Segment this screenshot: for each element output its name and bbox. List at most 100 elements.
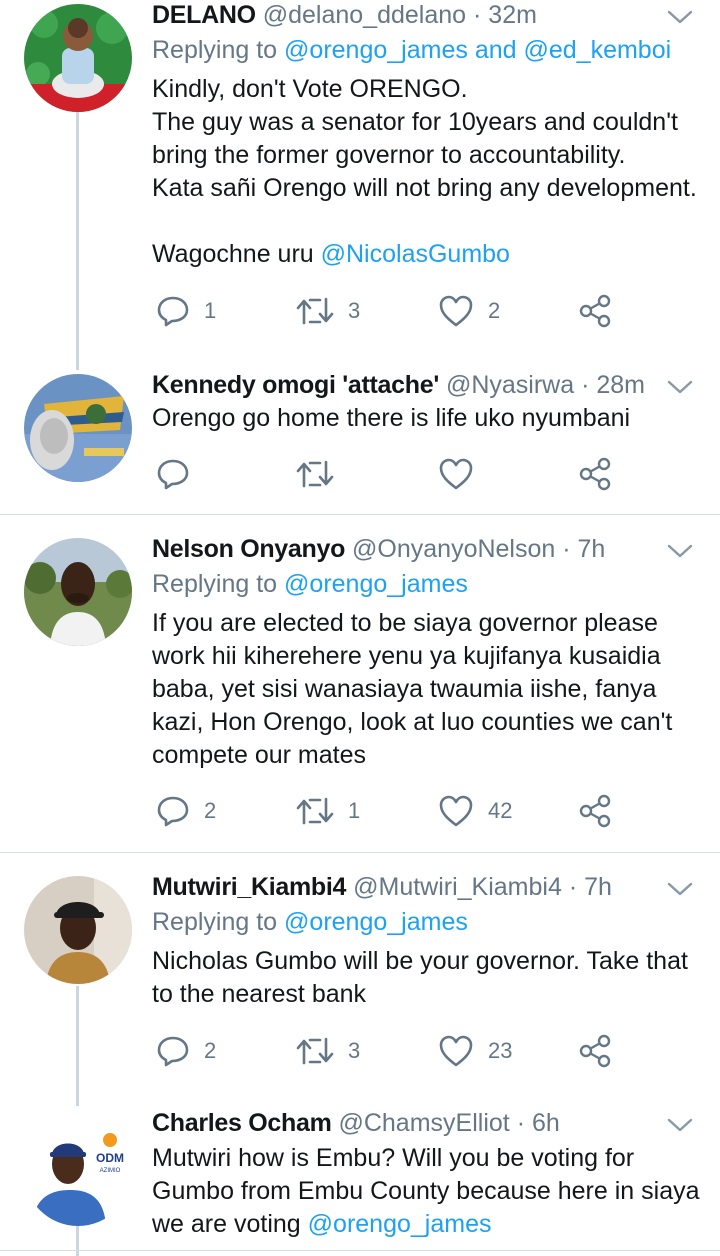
- tweet-line: baba, yet sisi wanasiaya twaumia iishe, …: [152, 675, 657, 703]
- like-button[interactable]: [438, 456, 474, 492]
- tweet[interactable]: Kennedy omogi 'attache' @Nyasirwa · 28m …: [0, 370, 720, 514]
- timestamp[interactable]: 7h: [578, 535, 606, 563]
- tweet-line: Wagochne uru @NicolasGumbo: [152, 238, 702, 271]
- author-name[interactable]: Charles Ocham: [152, 1109, 332, 1137]
- avatar-badge-sub: AZIMIO: [100, 1168, 121, 1174]
- tweet-line: Kata sañi Orengo will not bring any deve…: [152, 174, 697, 202]
- mention-link[interactable]: @ed_kemboi: [523, 36, 671, 64]
- tweet-line: work hii kiherehere yenu ya kujifanya ku…: [152, 642, 661, 670]
- separator-dot: ·: [562, 535, 571, 563]
- tweet-line: kazi, Hon Orengo, look at luo counties w…: [152, 708, 673, 736]
- timestamp[interactable]: 28m: [596, 371, 645, 399]
- author-handle[interactable]: @Mutwiri_Kiambi4: [353, 873, 562, 901]
- timestamp[interactable]: 6h: [532, 1109, 560, 1137]
- retweet-icon: [296, 297, 334, 325]
- replying-to-label: Replying to: [152, 908, 278, 936]
- mention-link[interactable]: @orengo_james: [308, 1210, 492, 1238]
- tweet-line: Kindly, don't Vote ORENGO.: [152, 75, 468, 103]
- tweet-line: to the nearest bank: [152, 980, 367, 1008]
- retweet-icon: [296, 460, 334, 488]
- mention-link[interactable]: @NicolasGumbo: [321, 240, 510, 268]
- tweet-line: bring the former governor to accountabil…: [152, 141, 626, 169]
- replying-to-label: Replying to: [152, 36, 278, 64]
- share-icon: [579, 1034, 611, 1068]
- share-button[interactable]: [578, 456, 612, 492]
- tweet-line: Nicholas Gumbo will be your governor. Ta…: [152, 947, 688, 975]
- tweet-header: Mutwiri_Kiambi4 @Mutwiri_Kiambi4 · 7h: [152, 872, 612, 902]
- reply-count: 1: [204, 298, 217, 323]
- tweet[interactable]: ODM AZIMIO Charles Ocham @ChamsyElliot ·…: [0, 1108, 720, 1256]
- tweet-header: DELANO @delano_ddelano · 32m: [152, 0, 537, 30]
- avatar-badge: ODM: [96, 1151, 124, 1165]
- retweet-button[interactable]: 1: [296, 793, 360, 829]
- avatar[interactable]: ODM AZIMIO: [24, 1118, 132, 1226]
- tweet-separator: [0, 852, 720, 853]
- reply-icon: [157, 459, 189, 490]
- retweet-button[interactable]: 3: [296, 1033, 360, 1069]
- tweet-actions: 2 1 42: [156, 793, 626, 829]
- chevron-down-icon[interactable]: [666, 373, 694, 401]
- replying-and: and: [474, 36, 517, 64]
- share-icon: [579, 794, 611, 828]
- tweet-text: Kindly, don't Vote ORENGO. The guy was a…: [152, 73, 702, 271]
- chevron-down-icon[interactable]: [666, 3, 694, 31]
- author-handle[interactable]: @ChamsyElliot: [338, 1109, 509, 1137]
- chevron-down-icon[interactable]: [666, 875, 694, 903]
- like-count: 42: [488, 798, 513, 823]
- tweet[interactable]: Mutwiri_Kiambi4 @Mutwiri_Kiambi4 · 7h Re…: [0, 872, 720, 1108]
- tweet-text: Orengo go home there is life uko nyumban…: [152, 402, 702, 435]
- author-handle[interactable]: @OnyanyoNelson: [352, 535, 555, 563]
- tweet-line: compete our mates: [152, 741, 366, 769]
- tweet[interactable]: Nelson Onyanyo @OnyanyoNelson · 7h Reply…: [0, 534, 720, 850]
- tweet-text: Mutwiri how is Embu? Will you be voting …: [152, 1142, 702, 1241]
- heart-icon: [439, 295, 473, 327]
- chevron-down-icon[interactable]: [666, 537, 694, 565]
- reply-icon: [157, 1036, 189, 1067]
- avatar[interactable]: [24, 4, 132, 112]
- author-name[interactable]: DELANO: [152, 1, 256, 29]
- retweet-button[interactable]: [296, 456, 334, 492]
- share-icon: [579, 294, 611, 328]
- tweet[interactable]: DELANO @delano_ddelano · 32m Replying to…: [0, 0, 720, 370]
- avatar[interactable]: [24, 374, 132, 482]
- tweet-header: Kennedy omogi 'attache' @Nyasirwa · 28m: [152, 370, 645, 400]
- avatar[interactable]: [24, 876, 132, 984]
- reply-button[interactable]: 1: [156, 293, 216, 329]
- tweet-feed: DELANO @delano_ddelano · 32m Replying to…: [0, 0, 720, 1256]
- tweet-line: we are voting @orengo_james: [152, 1208, 702, 1241]
- share-button[interactable]: [578, 793, 612, 829]
- reply-count: 2: [204, 1038, 217, 1063]
- mention-link[interactable]: @orengo_james: [284, 908, 468, 936]
- tweet-actions: 1 3 2: [156, 293, 626, 329]
- author-name[interactable]: Mutwiri_Kiambi4: [152, 873, 346, 901]
- retweet-count: 1: [348, 798, 361, 823]
- reply-button[interactable]: [156, 456, 190, 492]
- like-button[interactable]: 42: [438, 793, 512, 829]
- tweet-header: Charles Ocham @ChamsyElliot · 6h: [152, 1108, 560, 1138]
- tweet-actions: [156, 456, 626, 492]
- tweet-text: If you are elected to be siaya governor …: [152, 607, 702, 772]
- separator-dot: ·: [473, 1, 482, 29]
- like-button[interactable]: 2: [438, 293, 500, 329]
- author-handle[interactable]: @Nyasirwa: [446, 371, 574, 399]
- avatar[interactable]: [24, 538, 132, 646]
- tweet-line: Mutwiri how is Embu? Will you be voting …: [152, 1144, 635, 1172]
- reply-button[interactable]: 2: [156, 1033, 216, 1069]
- reply-button[interactable]: 2: [156, 793, 216, 829]
- timestamp[interactable]: 32m: [488, 1, 537, 29]
- mention-link[interactable]: @orengo_james: [284, 36, 468, 64]
- author-handle[interactable]: @delano_ddelano: [263, 1, 466, 29]
- heart-icon: [439, 795, 473, 827]
- author-name[interactable]: Nelson Onyanyo: [152, 535, 345, 563]
- retweet-icon: [296, 797, 334, 825]
- share-button[interactable]: [578, 293, 612, 329]
- chevron-down-icon[interactable]: [666, 1111, 694, 1139]
- share-button[interactable]: [578, 1033, 612, 1069]
- mention-link[interactable]: @orengo_james: [284, 570, 468, 598]
- like-button[interactable]: 23: [438, 1033, 512, 1069]
- author-name[interactable]: Kennedy omogi 'attache': [152, 371, 439, 399]
- retweet-button[interactable]: 3: [296, 293, 360, 329]
- timestamp[interactable]: 7h: [584, 873, 612, 901]
- retweet-icon: [296, 1037, 334, 1065]
